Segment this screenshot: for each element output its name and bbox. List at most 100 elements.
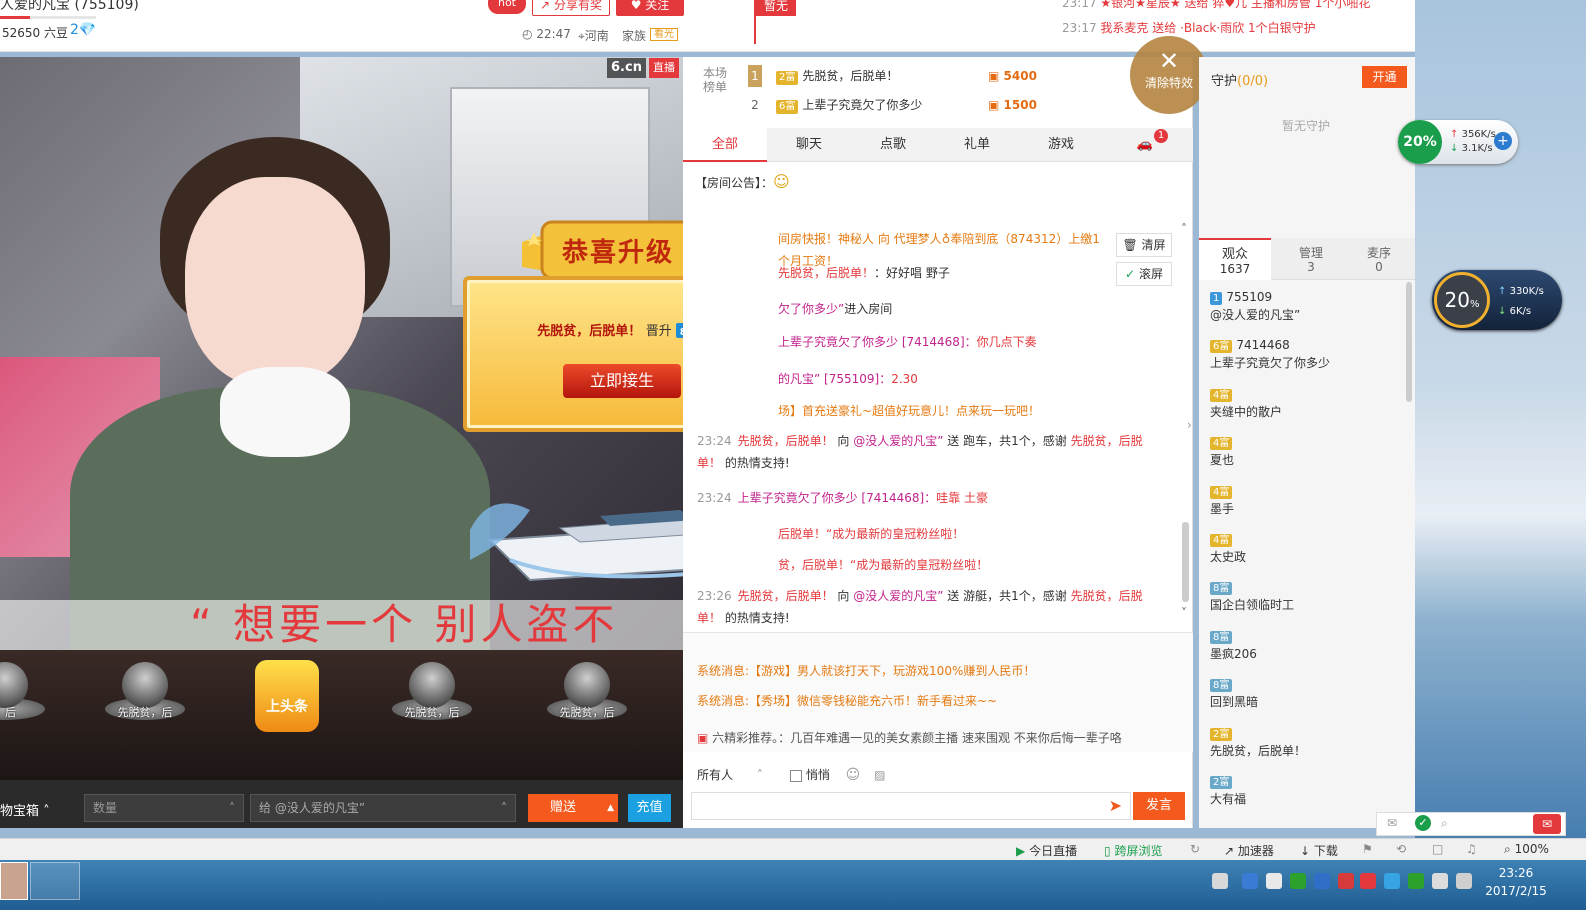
gift-user-item[interactable]: 先脱贫，后 [100,658,190,738]
rank-header[interactable]: 本场 榜单 [698,66,732,94]
username-link[interactable]: @没人爱的凡宝ˮ [853,589,943,603]
check-circle-icon: ✓ [1125,267,1136,281]
tab-audience[interactable]: 观众 1637 [1199,238,1271,280]
refresh-icon[interactable]: ↻ [1190,842,1200,856]
tab-song[interactable]: 点歌 [851,128,935,162]
tab-admins[interactable]: 管理 3 [1275,238,1347,280]
share-button[interactable]: ↗ 分享有奖 [532,0,610,16]
post-button[interactable]: 发言 [1133,792,1185,820]
treasure-box-button[interactable]: 物宝箱 ˄ [0,800,50,819]
history-icon[interactable]: ⟲ [1396,842,1406,856]
network-icon[interactable] [1456,873,1472,889]
plus-tray-icon[interactable] [1408,873,1424,889]
recommend-text[interactable]: ▣ 六精彩推荐。：几百年难遇一见的美女素颜主播 速来围观 不来你后悔一辈子咯 [697,729,1122,746]
auto-scroll-button[interactable]: ✓ 滚屏 [1116,262,1172,286]
download-link[interactable]: ↓ 下载 [1300,842,1338,859]
accept-button[interactable]: 立即接生 [563,364,681,398]
clear-screen-button[interactable]: 🗑 清屏 [1116,233,1172,257]
six-room-icon[interactable] [1360,873,1376,889]
network-meter-small[interactable]: 20% ↑ 356K/s ↓ 3.1K/s + [1398,120,1518,164]
follow-button[interactable]: ♥ 关注 [616,0,684,16]
app-tray-icon[interactable] [1338,873,1354,889]
username-link[interactable]: 你几点下奏 [977,335,1037,349]
username-link[interactable]: 的凡宝ˮ [755109]： [778,372,891,386]
split-screen-link[interactable]: ▯ 跨屏浏览 [1104,842,1162,859]
tab-gifts[interactable]: 礼单 [935,128,1019,162]
audience-item[interactable]: 8富 回到黑暗 [1210,675,1400,711]
audience-item[interactable]: 4富 太史政 [1210,530,1400,566]
tab-chat[interactable]: 聊天 [767,128,851,162]
clear-effects-button[interactable]: ✕ 清除特效 [1130,36,1208,114]
recipient-dropdown[interactable]: 所有人 ˄ [697,766,763,783]
chat-input[interactable]: ➤ [691,792,1131,820]
tab-games[interactable]: 游戏 [1019,128,1103,162]
rank-row[interactable]: 2 6富 上辈子究竟欠了你多少 ▣ 1500 [748,94,1037,116]
gift-user-item[interactable]: ，后 [0,658,50,738]
user-name: 墨疯206 [1210,646,1257,661]
tab-mic-queue[interactable]: 麦序 0 [1343,238,1415,280]
user-name: 上辈子究竟欠了你多少 [1210,356,1331,371]
headline-button[interactable]: 上头条 [255,660,319,732]
zoom-level[interactable]: ⌕ 100% [1504,842,1549,857]
window-icon[interactable]: □ [1432,842,1443,856]
username-link[interactable]: 先脱贫，后脱单！ [738,589,834,603]
network-meter-large[interactable]: 20% ↑ 330K/s ↓ 6K/s [1432,270,1562,330]
username-link[interactable]: 哇靠 土豪 [936,491,988,505]
flag-icon[interactable]: ⚑ [1362,842,1373,856]
taskbar-app-button[interactable] [30,862,80,900]
send-gift-button[interactable]: 赠送 ▲ [528,794,618,822]
username-link[interactable]: 2.30 [891,372,918,386]
today-live-link[interactable]: ▶ 今日直播 [1016,842,1077,859]
mail-icon[interactable]: ✉ [1387,816,1397,830]
speaker-icon[interactable]: ♫ [1466,842,1477,856]
audience-item[interactable]: 4富 墨手 [1210,482,1400,518]
username-link[interactable]: 上辈子究竟欠了你多少 [7414468]： [738,491,937,505]
plus-icon[interactable]: + [1494,132,1512,150]
audience-item[interactable]: 2富 大有福 [1210,772,1400,808]
family-tag[interactable]: 看光 [650,28,678,41]
audience-item[interactable]: 4富 夹缝中的散户 [1210,385,1400,421]
recipient-select[interactable]: 给 @没人爱的凡宝ˮ ˄ [250,794,516,822]
emoji-icon[interactable]: ☺ [846,767,861,783]
zoom-icon[interactable]: ⌕ [1441,816,1448,831]
username-link[interactable]: 上辈子究竟欠了你多少 [7414468]： [778,335,977,349]
open-guard-button[interactable]: 开通 [1362,66,1407,88]
audience-item[interactable]: 2富 先脱贫，后脱单！ [1210,724,1400,760]
rank-row[interactable]: 1 2富 先脱贫，后脱单！ ▣ 5400 [748,65,1037,87]
tab-car[interactable]: 🚗 [1103,128,1187,162]
image-icon[interactable]: ▨ [874,768,885,782]
scrollbar-thumb[interactable] [1182,522,1189,602]
chat-bubble-icon[interactable]: ✉ [1533,814,1561,834]
gift-user-item[interactable]: 先脱贫，后 [387,658,477,738]
avatar [564,662,610,708]
wechat-icon[interactable] [1290,873,1306,889]
keyboard-icon[interactable] [1212,873,1228,889]
audience-item[interactable]: 8富 国企白领临时工 [1210,578,1400,614]
accelerator-link[interactable]: ↗ 加速器 [1224,842,1274,859]
username-link[interactable]: 后脱单！“成为最新的皇冠粉丝啦！ [778,527,964,541]
audience-item[interactable]: 4富 夏也 [1210,433,1400,469]
quantity-input[interactable]: 数量 ˄ [84,794,244,822]
collapse-arrow-icon[interactable]: › [1187,410,1199,440]
check-icon[interactable]: ✓ [1415,815,1431,831]
whisper-checkbox[interactable]: 悄悄 ☺ ▨ [790,766,885,783]
shield-icon[interactable] [1242,873,1258,889]
username-link[interactable]: @没人爱的凡宝ˮ [853,434,943,448]
volume-icon[interactable] [1432,873,1448,889]
gamepad-icon[interactable] [1266,873,1282,889]
taskbar-thumbnail[interactable] [0,862,28,900]
username-link[interactable]: 先脱贫，后脱单！ [778,266,874,280]
app-tray-icon[interactable] [1384,873,1400,889]
gift-user-item[interactable]: 先脱贫，后 [542,658,632,738]
audience-item[interactable]: 1 755109 @没人爱的凡宝ˮ [1210,288,1400,324]
username-link[interactable]: 先脱贫，后脱单！ [738,434,834,448]
audience-item[interactable]: 8富 墨疯206 [1210,627,1400,663]
tab-all[interactable]: 全部 [683,128,767,162]
taskbar-clock[interactable]: 23:26 2017/2/15 [1480,864,1552,900]
username-link[interactable]: 贫，后脱单！“成为最新的皇冠粉丝啦！ [778,558,988,572]
browser-icon[interactable] [1314,873,1330,889]
audience-scrollbar[interactable] [1406,282,1412,402]
audience-item[interactable]: 6富 7414468 上辈子究竟欠了你多少 [1210,336,1400,372]
username-link[interactable]: 欠了你多少ˮ [778,302,844,316]
recharge-button[interactable]: 充值 [628,794,671,822]
